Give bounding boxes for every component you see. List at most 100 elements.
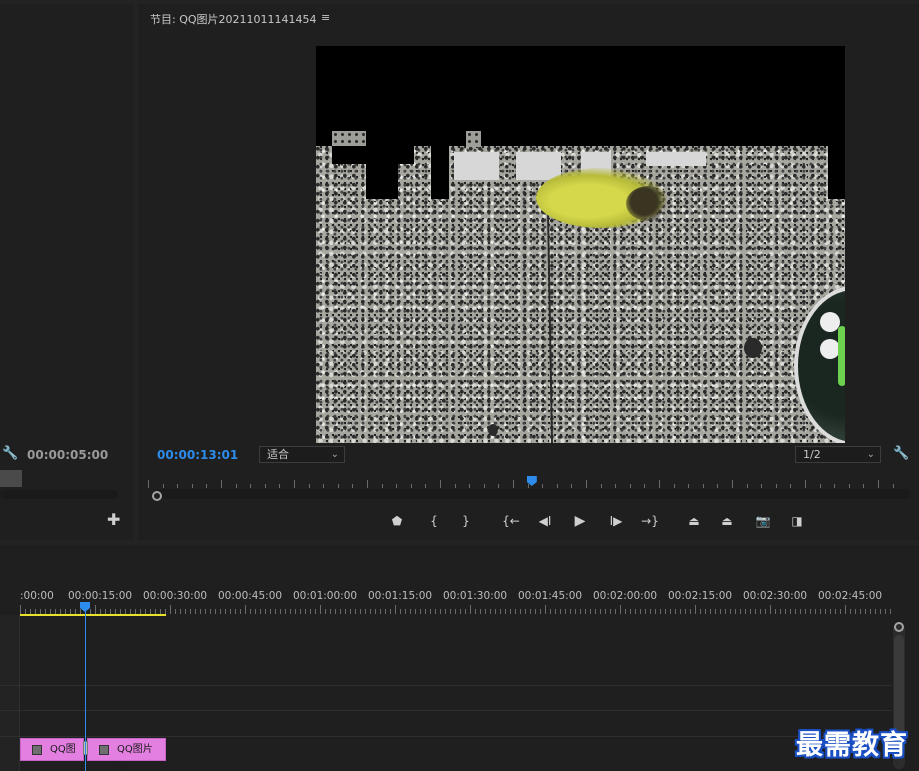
- zoom-scroll-handle[interactable]: [152, 491, 162, 501]
- ruler-tick: [235, 484, 237, 488]
- extract-button[interactable]: ⏏: [716, 511, 738, 531]
- play-icon: ▶: [574, 513, 586, 529]
- ruler-tick: [795, 609, 796, 614]
- ruler-tick: [870, 609, 871, 614]
- ruler-tick: [270, 609, 271, 614]
- zoom-fit-dropdown[interactable]: 适合 ⌄: [259, 446, 345, 463]
- source-timecode[interactable]: 00:00:05:00: [27, 448, 108, 462]
- program-timecode[interactable]: 00:00:13:01: [157, 448, 238, 462]
- ruler-tick: [340, 609, 341, 614]
- playback-resolution-dropdown[interactable]: 1/2 ⌄: [795, 446, 881, 463]
- ruler-tick: [560, 609, 561, 614]
- wrench-icon[interactable]: 🔧: [893, 446, 909, 461]
- timeline-ruler-label: 00:02:00:00: [593, 590, 658, 602]
- ruler-tick: [750, 609, 751, 614]
- timeline-playhead-line: [85, 608, 86, 771]
- ruler-tick: [445, 609, 446, 614]
- timeline-time-ruler[interactable]: [20, 604, 892, 614]
- image-detail: [820, 339, 840, 359]
- ruler-tick: [835, 609, 836, 614]
- go-to-in-button[interactable]: {←: [500, 511, 522, 531]
- ruler-tick: [280, 609, 281, 614]
- ruler-tick: [454, 484, 456, 488]
- add-marker-button[interactable]: ⬟: [386, 511, 408, 531]
- timeline-ruler-label: :00:00: [20, 590, 54, 602]
- ruler-tick: [775, 484, 777, 488]
- ruler-tick: [673, 484, 675, 488]
- ruler-tick: [425, 609, 426, 614]
- track-divider: [0, 685, 892, 686]
- video-preview: [316, 46, 845, 443]
- plus-icon[interactable]: ✚: [107, 510, 120, 529]
- ruler-tick: [770, 605, 771, 614]
- ruler-tick: [860, 609, 861, 614]
- ruler-tick: [540, 609, 541, 614]
- program-monitor-title[interactable]: 节目: QQ图片20211011141454: [150, 11, 317, 27]
- ruler-tick: [190, 609, 191, 614]
- ruler-tick: [410, 609, 411, 614]
- ruler-tick: [460, 609, 461, 614]
- track-divider: [0, 710, 892, 711]
- fx-icon: [99, 745, 109, 755]
- timeline-ruler-label: 00:01:00:00: [293, 590, 358, 602]
- ruler-tick: [355, 609, 356, 614]
- ruler-tick: [308, 484, 310, 488]
- ruler-tick: [892, 484, 894, 488]
- step-forward-button[interactable]: I▶: [605, 511, 627, 531]
- ruler-tick: [440, 480, 441, 488]
- step-forward-icon: I▶: [609, 514, 623, 528]
- play-button[interactable]: ▶: [569, 511, 591, 531]
- hamburger-icon[interactable]: ≡: [321, 11, 330, 24]
- ruler-tick: [600, 609, 601, 614]
- ruler-tick: [513, 480, 514, 488]
- mark-out-icon: }: [462, 514, 470, 528]
- ruler-tick: [785, 609, 786, 614]
- source-scrub-track[interactable]: [0, 490, 118, 499]
- ruler-tick: [717, 484, 719, 488]
- timeline-ruler-label: 00:00:45:00: [218, 590, 283, 602]
- ruler-tick: [675, 609, 676, 614]
- ruler-tick: [556, 484, 558, 488]
- image-detail: [744, 338, 762, 358]
- ruler-tick: [685, 609, 686, 614]
- program-scrub-track[interactable]: [156, 489, 911, 499]
- ruler-tick: [775, 609, 776, 614]
- image-detail: [838, 326, 845, 386]
- marker-icon: ⬟: [391, 514, 403, 528]
- ruler-tick: [600, 484, 602, 488]
- ruler-tick: [595, 609, 596, 614]
- mark-out-button[interactable]: }: [455, 511, 477, 531]
- ruler-tick: [740, 609, 741, 614]
- ruler-tick: [505, 609, 506, 614]
- timeline-clip[interactable]: QQ图: [20, 738, 84, 761]
- go-to-out-button[interactable]: →}: [639, 511, 661, 531]
- ruler-tick: [629, 484, 631, 488]
- ruler-tick: [330, 609, 331, 614]
- ruler-tick: [470, 605, 471, 614]
- ruler-tick: [205, 609, 206, 614]
- mark-in-button[interactable]: {: [423, 511, 445, 531]
- ruler-tick: [245, 605, 246, 614]
- go-to-in-icon: {←: [502, 514, 520, 528]
- ruler-tick: [880, 609, 881, 614]
- ruler-tick: [381, 484, 383, 488]
- comparison-view-button[interactable]: ◨: [786, 511, 808, 531]
- ruler-tick: [825, 609, 826, 614]
- wrench-icon[interactable]: 🔧: [2, 446, 18, 461]
- lift-button[interactable]: ⏏: [683, 511, 705, 531]
- lift-icon: ⏏: [688, 514, 700, 528]
- ruler-tick: [575, 609, 576, 614]
- work-area-bar[interactable]: [20, 614, 166, 616]
- ruler-tick: [290, 609, 291, 614]
- ruler-tick: [367, 480, 368, 488]
- step-back-button[interactable]: ◀I: [534, 511, 556, 531]
- zoom-fit-value: 适合: [267, 448, 289, 461]
- playback-resolution-value: 1/2: [803, 448, 821, 461]
- ruler-tick: [170, 605, 171, 614]
- vertical-zoom-handle[interactable]: [894, 622, 904, 632]
- ruler-tick: [765, 609, 766, 614]
- timeline-clip[interactable]: QQ图片20: [87, 738, 166, 771]
- ruler-tick: [745, 609, 746, 614]
- ruler-tick: [475, 609, 476, 614]
- export-frame-button[interactable]: 📷: [752, 511, 774, 531]
